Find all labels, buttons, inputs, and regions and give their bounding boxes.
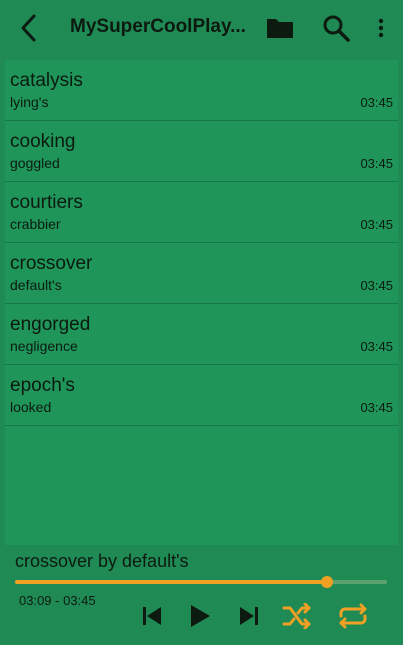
- previous-button[interactable]: [134, 599, 170, 633]
- repeat-icon: [339, 603, 367, 629]
- play-icon: [191, 605, 210, 627]
- song-artist: negligence: [10, 338, 78, 354]
- now-playing-label: crossover by default's: [15, 551, 189, 571]
- song-duration: 03:45: [360, 156, 393, 171]
- shuffle-button[interactable]: [280, 599, 316, 633]
- song-duration: 03:45: [360, 95, 393, 110]
- playlist-title: MySuperCoolPlay...: [70, 16, 246, 37]
- song-artist: crabbier: [10, 216, 61, 232]
- folder-icon: [267, 19, 293, 38]
- back-button[interactable]: [14, 12, 42, 44]
- song-duration: 03:45: [360, 278, 393, 293]
- back-arrow-icon: [21, 14, 36, 42]
- more-vert-icon: [378, 18, 384, 38]
- seek-thumb[interactable]: [321, 576, 334, 588]
- song-title: catalysis: [10, 70, 83, 91]
- player-bar: crossover by default's 03:09 - 03:45: [0, 545, 403, 645]
- song-title: courtiers: [10, 192, 83, 213]
- skip-previous-icon: [143, 607, 161, 625]
- next-button[interactable]: [231, 599, 267, 633]
- repeat-button[interactable]: [335, 599, 371, 633]
- song-row[interactable]: courtiers crabbier 03:45: [5, 182, 398, 243]
- song-title: cooking: [10, 131, 76, 152]
- song-artist: looked: [10, 399, 52, 415]
- song-artist: default's: [10, 277, 62, 293]
- song-row[interactable]: epoch's looked 03:45: [5, 365, 398, 426]
- search-icon: [323, 15, 350, 42]
- song-row[interactable]: catalysis lying's 03:45: [5, 60, 398, 121]
- folder-button[interactable]: [264, 12, 296, 44]
- song-artist: goggled: [10, 155, 60, 171]
- song-title: crossover: [10, 253, 93, 274]
- song-duration: 03:45: [360, 400, 393, 415]
- song-row[interactable]: engorged negligence 03:45: [5, 304, 398, 365]
- search-button[interactable]: [320, 12, 352, 44]
- shuffle-icon: [282, 603, 311, 629]
- song-duration: 03:45: [360, 217, 393, 232]
- seek-bar[interactable]: [15, 576, 387, 588]
- song-artist: lying's: [10, 94, 49, 110]
- song-title: engorged: [10, 314, 91, 335]
- song-row[interactable]: crossover default's 03:45: [5, 243, 398, 304]
- song-title: epoch's: [10, 375, 75, 396]
- play-button[interactable]: [182, 599, 218, 633]
- song-list: catalysis lying's 03:45 cooking goggled …: [5, 60, 398, 545]
- seek-progress: [15, 580, 328, 584]
- playback-time: 03:09 - 03:45: [19, 593, 96, 608]
- song-row[interactable]: cooking goggled 03:45: [5, 121, 398, 182]
- app-bar: MySuperCoolPlay...: [0, 0, 403, 56]
- more-options-button[interactable]: [365, 12, 397, 44]
- song-duration: 03:45: [360, 339, 393, 354]
- skip-next-icon: [240, 607, 258, 625]
